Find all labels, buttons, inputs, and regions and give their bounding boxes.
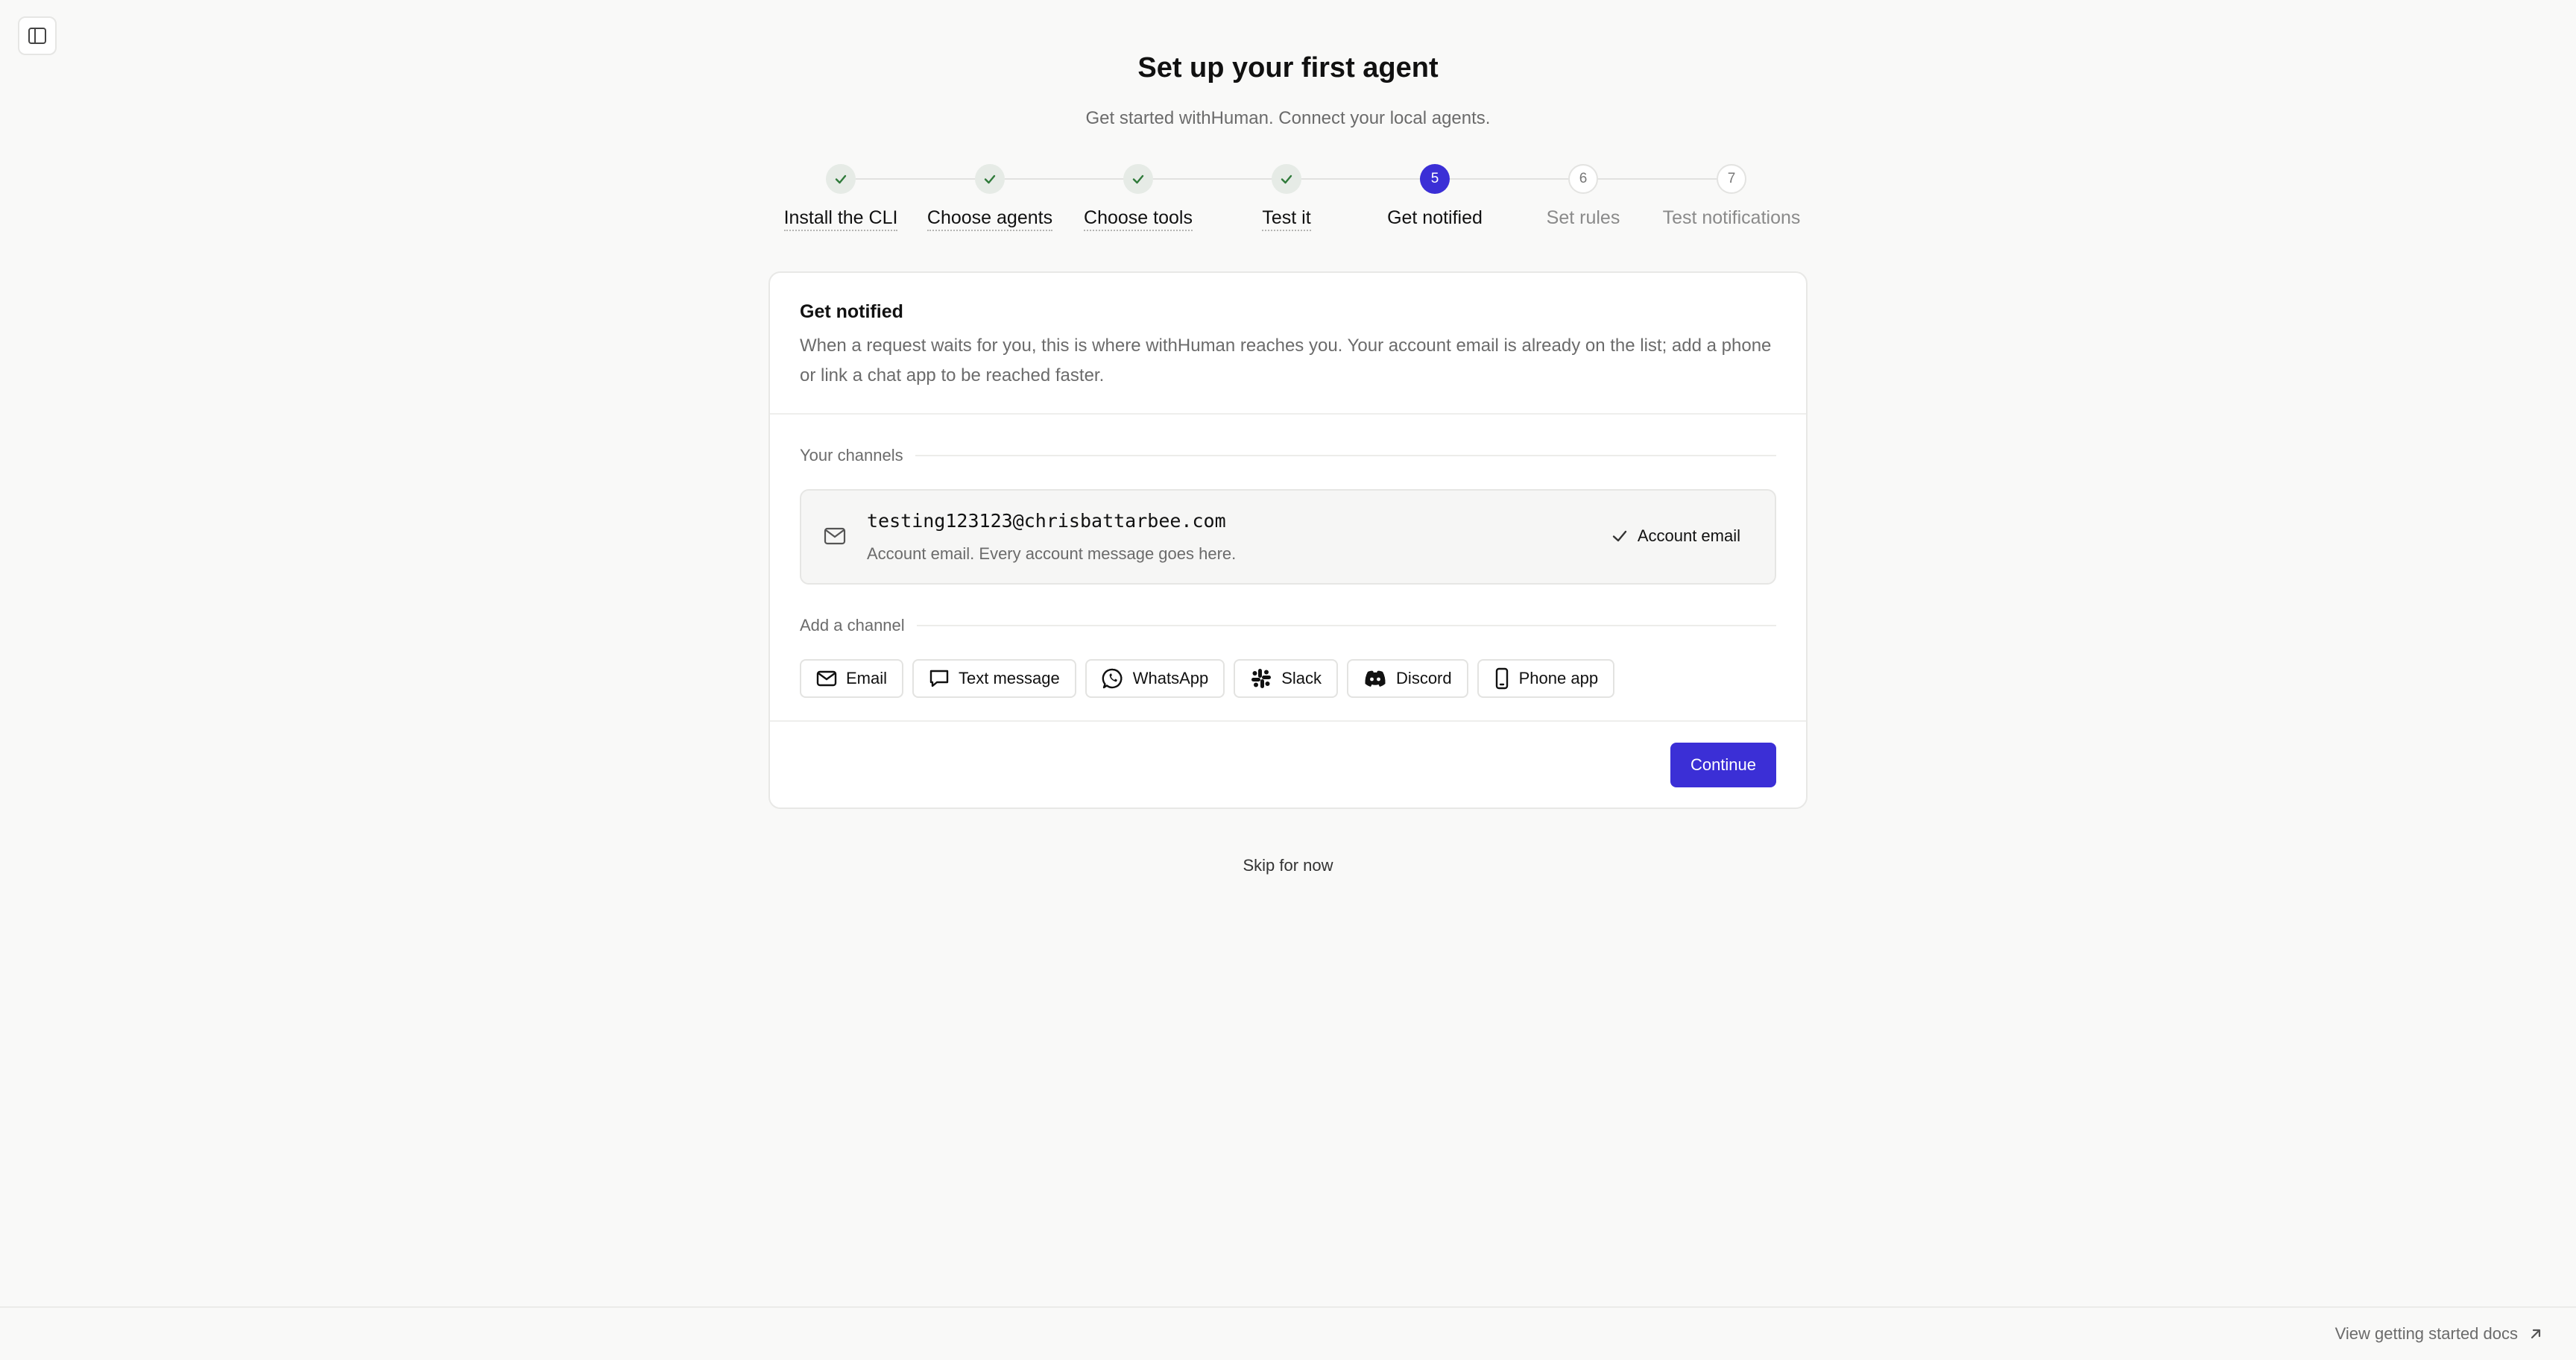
check-icon [1281,174,1292,184]
step-test-it[interactable]: Test it [1213,164,1360,235]
badge-label: Account email [1637,526,1740,545]
check-icon [984,174,996,184]
step-label: Set rules [1546,207,1620,228]
channel-email: testing123123@chrisbattarbee.com [867,510,1226,532]
mail-icon [816,670,837,687]
card-description: When a request waits for you, this is wh… [800,336,1772,385]
step-install-cli[interactable]: Install the CLI [767,164,915,235]
step-choose-tools[interactable]: Choose tools [1064,164,1212,235]
add-channel-header: Add a channel [800,616,1776,635]
check-icon [1132,174,1144,184]
progress-stepper: Install the CLI Choose agents Choose too… [767,164,1809,239]
card-header: Get notified When a request waits for yo… [770,273,1806,415]
page-header: Set up your first agent Get started with… [0,49,2576,130]
page-subtitle: Get started withHuman. Connect your loca… [1085,108,1491,128]
chip-label: Discord [1396,669,1452,687]
step-set-rules[interactable]: 6 Set rules [1509,164,1657,233]
step-circle [1123,164,1153,194]
skip-label: Skip for now [1243,856,1333,875]
step-label: Test it [1262,206,1311,231]
continue-button[interactable]: Continue [1670,743,1776,787]
page-title: Set up your first agent [1137,52,1439,84]
chip-label: Email [846,669,888,687]
chip-label: WhatsApp [1132,669,1209,687]
external-link-icon [2531,1329,2541,1339]
channel-description: Account email. Every account message goe… [867,544,1237,563]
step-label: Choose tools [1084,206,1193,231]
chip-label: Text message [959,669,1060,687]
add-channel-buttons: Email Text message WhatsApp Slack Discor… [800,659,1615,698]
mail-icon [824,526,846,550]
add-email-button[interactable]: Email [800,659,904,698]
step-circle [1272,164,1301,194]
step-label: Get notified [1387,207,1483,228]
whatsapp-icon [1102,668,1123,689]
step-label: Install the CLI [783,206,898,231]
notification-settings-card: Get notified When a request waits for yo… [768,271,1808,809]
onboarding-page: Set up your first agent Get started with… [0,0,2576,1360]
step-circle [826,164,856,194]
add-text-message-button[interactable]: Text message [912,659,1076,698]
step-number: 5 [1420,164,1450,194]
step-circle [975,164,1005,194]
chip-label: Phone app [1518,669,1599,687]
step-get-notified[interactable]: 5 Get notified [1361,164,1509,233]
view-docs-link[interactable]: View getting started docs [2335,1324,2543,1344]
step-label: Choose agents [926,206,1053,231]
divider [915,455,1776,456]
account-email-badge: Account email [1611,526,1740,546]
skip-for-now-link[interactable]: Skip for now [0,856,2576,875]
check-icon [835,174,847,184]
add-whatsapp-button[interactable]: WhatsApp [1085,659,1225,698]
section-label: Add a channel [800,616,905,635]
page-footer: View getting started docs [0,1306,2576,1360]
step-test-notifications[interactable]: 7 Test notifications [1658,164,1805,233]
message-icon [929,670,949,687]
step-number: 6 [1568,164,1598,194]
card-title: Get notified [800,301,903,322]
slack-icon [1251,669,1272,688]
card-footer-divider [770,720,1806,722]
phone-icon [1495,667,1508,690]
step-choose-agents[interactable]: Choose agents [916,164,1064,235]
chip-label: Slack [1281,669,1322,687]
step-number: 7 [1717,164,1746,194]
docs-link-label: View getting started docs [2334,1324,2518,1343]
channel-row-account-email: testing123123@chrisbattarbee.com Account… [800,489,1776,585]
add-discord-button[interactable]: Discord [1347,659,1468,698]
divider [916,625,1776,626]
sidebar-icon [28,28,46,44]
your-channels-header: Your channels [800,446,1776,465]
section-label: Your channels [800,446,903,465]
add-slack-button[interactable]: Slack [1234,659,1339,698]
step-label: Test notifications [1662,207,1801,228]
discord-icon [1365,670,1386,687]
add-phone-app-button[interactable]: Phone app [1477,659,1615,698]
check-icon [1612,530,1627,542]
